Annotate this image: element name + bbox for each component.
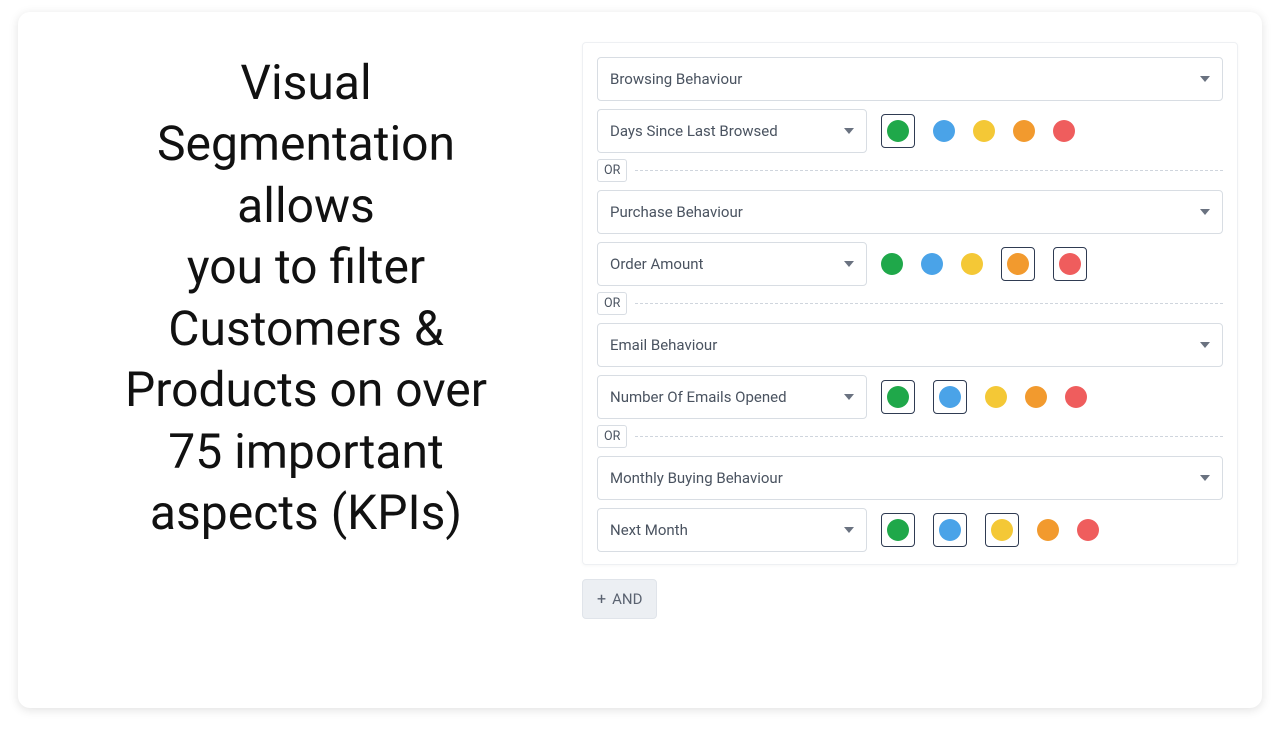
or-separator: OR — [597, 159, 1223, 182]
value-dots — [881, 513, 1103, 547]
dot-green-selected[interactable] — [881, 513, 915, 547]
dot-red[interactable] — [1065, 386, 1087, 408]
filter-group: Email Behaviour — [597, 323, 1223, 367]
dot-orange[interactable] — [1037, 519, 1059, 541]
dash-line — [635, 436, 1223, 437]
segmentation-card: Visual Segmentation allows you to filter… — [18, 12, 1262, 708]
filter-group: Purchase Behaviour — [597, 190, 1223, 234]
dot-orange-selected[interactable] — [1001, 247, 1035, 281]
filter-group: Monthly Buying Behaviour — [597, 456, 1223, 500]
dot-red-selected[interactable] — [1053, 247, 1087, 281]
dot-icon — [887, 120, 909, 142]
filter-metric-row: Order Amount — [597, 242, 1223, 286]
filter-group: Browsing Behaviour — [597, 57, 1223, 101]
category-select[interactable]: Monthly Buying Behaviour — [597, 456, 1223, 500]
dot-green-selected[interactable] — [881, 114, 915, 148]
chevron-down-icon — [1200, 475, 1210, 481]
filter-metric-row: Days Since Last Browsed — [597, 109, 1223, 153]
dot-icon — [939, 386, 961, 408]
dot-green-selected[interactable] — [881, 380, 915, 414]
select-label: Monthly Buying Behaviour — [610, 469, 783, 487]
and-label: AND — [612, 590, 642, 608]
headline-text: Visual Segmentation allows you to filter… — [125, 52, 487, 544]
chevron-down-icon — [844, 128, 854, 134]
dot-blue-selected[interactable] — [933, 380, 967, 414]
filter-metric-row: Number Of Emails Opened — [597, 375, 1223, 419]
metric-select[interactable]: Days Since Last Browsed — [597, 109, 867, 153]
or-separator: OR — [597, 292, 1223, 315]
dot-yellow[interactable] — [961, 253, 983, 275]
dot-icon — [939, 519, 961, 541]
value-dots — [881, 380, 1091, 414]
dot-blue[interactable] — [921, 253, 943, 275]
or-badge: OR — [597, 159, 627, 182]
dash-line — [635, 170, 1223, 171]
chevron-down-icon — [1200, 342, 1210, 348]
filter-pane: Browsing Behaviour Days Since Last Brows… — [576, 32, 1244, 688]
filter-metric-row: Next Month — [597, 508, 1223, 552]
dot-yellow[interactable] — [973, 120, 995, 142]
select-label: Days Since Last Browsed — [610, 122, 778, 140]
dot-icon — [991, 519, 1013, 541]
dot-icon — [887, 519, 909, 541]
or-badge: OR — [597, 292, 627, 315]
chevron-down-icon — [844, 394, 854, 400]
dot-orange[interactable] — [1025, 386, 1047, 408]
dot-icon — [1059, 253, 1081, 275]
metric-select[interactable]: Order Amount — [597, 242, 867, 286]
dot-yellow[interactable] — [985, 386, 1007, 408]
dot-icon — [887, 386, 909, 408]
filter-panel: Browsing Behaviour Days Since Last Brows… — [582, 42, 1238, 565]
category-select[interactable]: Browsing Behaviour — [597, 57, 1223, 101]
dot-green[interactable] — [881, 253, 903, 275]
dot-blue-selected[interactable] — [933, 513, 967, 547]
headline-pane: Visual Segmentation allows you to filter… — [36, 32, 576, 688]
metric-select[interactable]: Next Month — [597, 508, 867, 552]
select-label: Next Month — [610, 521, 688, 539]
dot-red[interactable] — [1053, 120, 1075, 142]
chevron-down-icon — [1200, 209, 1210, 215]
value-dots — [881, 247, 1091, 281]
dash-line — [635, 303, 1223, 304]
chevron-down-icon — [844, 261, 854, 267]
add-and-button[interactable]: + AND — [582, 579, 657, 619]
select-label: Email Behaviour — [610, 336, 717, 354]
select-label: Order Amount — [610, 255, 703, 273]
dot-yellow-selected[interactable] — [985, 513, 1019, 547]
plus-icon: + — [597, 591, 606, 607]
category-select[interactable]: Purchase Behaviour — [597, 190, 1223, 234]
chevron-down-icon — [844, 527, 854, 533]
select-label: Browsing Behaviour — [610, 70, 742, 88]
or-badge: OR — [597, 425, 627, 448]
dot-blue[interactable] — [933, 120, 955, 142]
dot-red[interactable] — [1077, 519, 1099, 541]
dot-orange[interactable] — [1013, 120, 1035, 142]
or-separator: OR — [597, 425, 1223, 448]
dot-icon — [1007, 253, 1029, 275]
chevron-down-icon — [1200, 76, 1210, 82]
select-label: Number Of Emails Opened — [610, 388, 787, 406]
category-select[interactable]: Email Behaviour — [597, 323, 1223, 367]
select-label: Purchase Behaviour — [610, 203, 743, 221]
value-dots — [881, 114, 1079, 148]
metric-select[interactable]: Number Of Emails Opened — [597, 375, 867, 419]
